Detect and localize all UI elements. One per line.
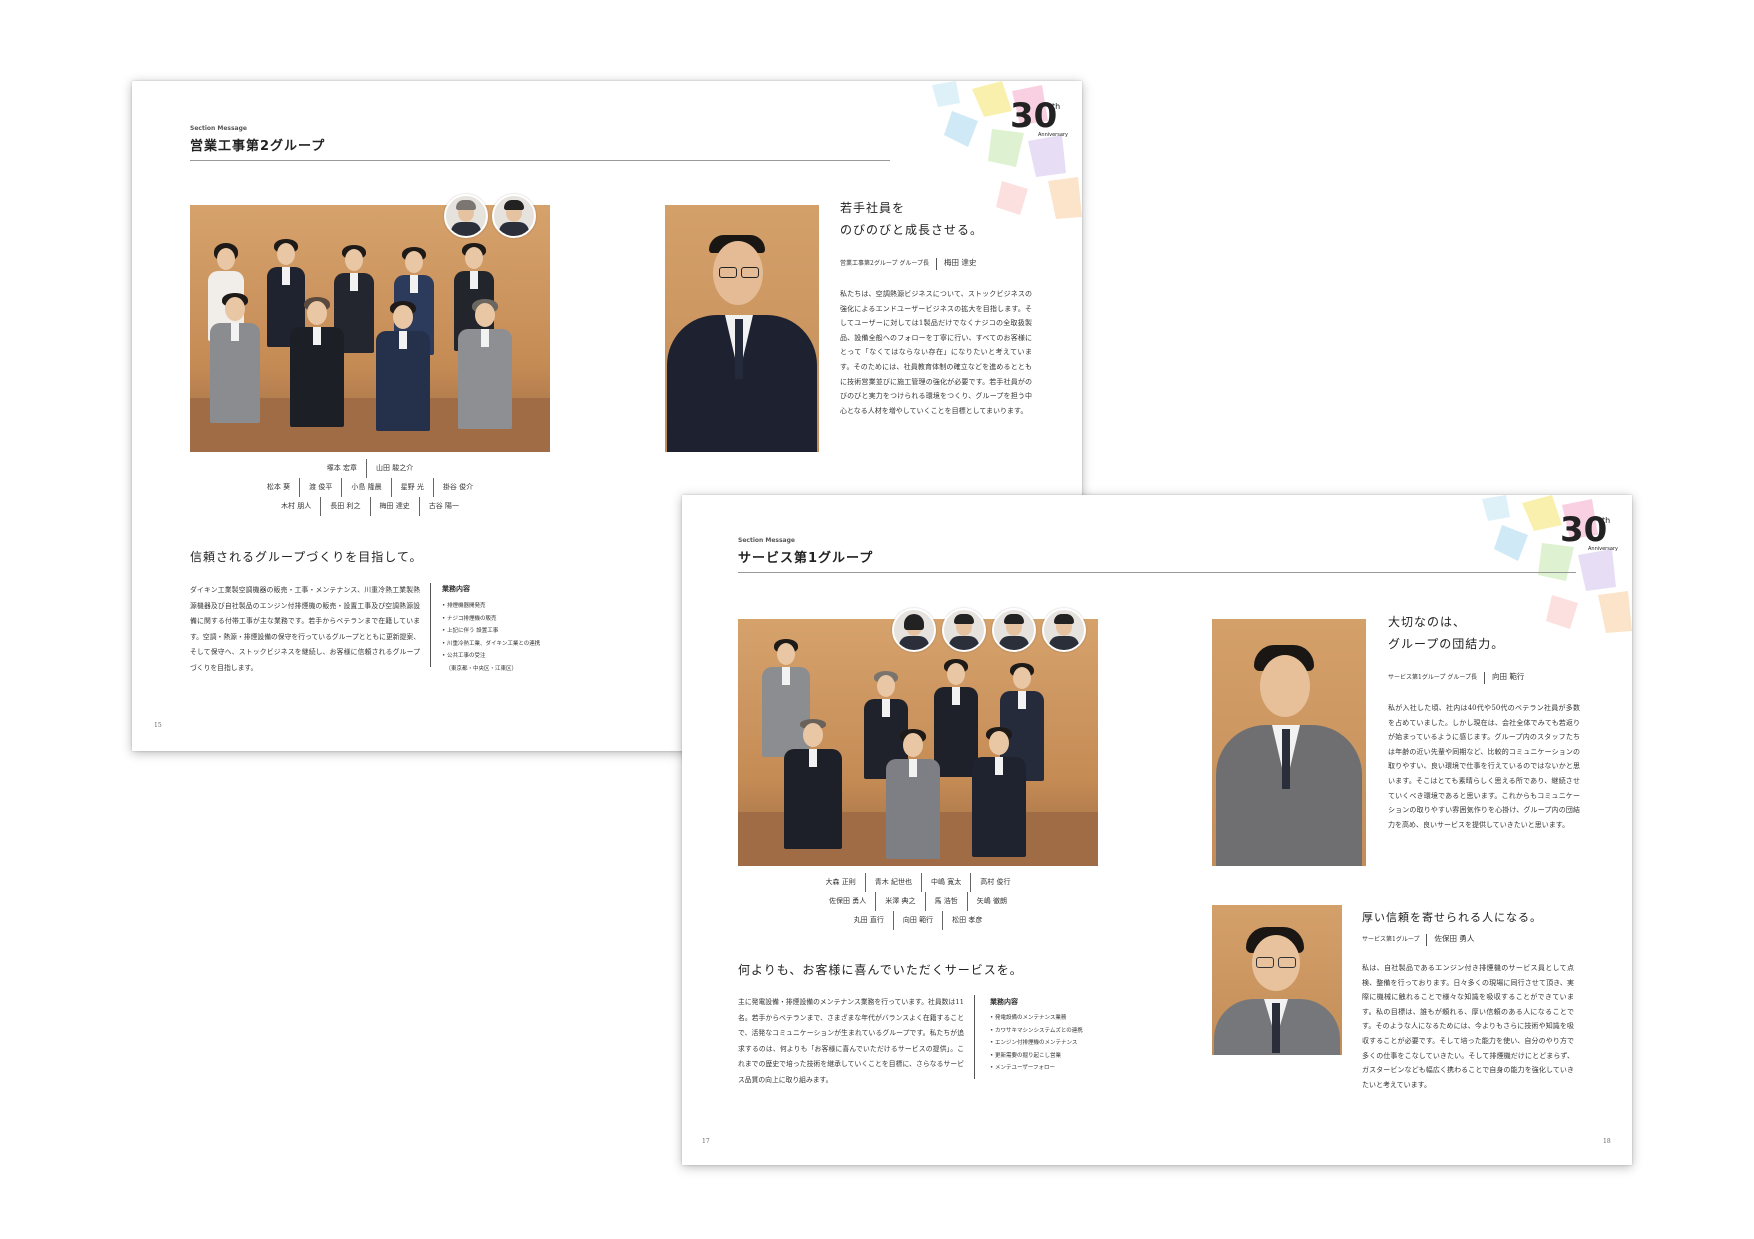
badge-numeral: 30 [1010,96,1057,136]
member-name: 木村 朋人 [281,502,312,510]
names-row: 丸田 直行 向田 範行 松田 孝彦 [738,911,1098,930]
member-name: 向田 範行 [892,911,942,930]
section-label: Section Message [190,125,247,132]
member-avatar [492,194,536,238]
divider [974,995,975,1079]
business-item: • 川重冷熱工業、ダイキン工業との連携 [442,640,541,647]
leader-name: 梅田 達史 [944,258,977,267]
names-row: 木村 朋人 長田 利之 梅田 達史 古谷 陽一 [190,497,550,516]
member-name: 大森 正則 [825,878,856,886]
badge-caption: Anniversary [1038,132,1068,138]
names-row: 佐保田 勇人 米澤 典之馬 浩哲 矢嶋 徹朗 [738,892,1098,911]
section-rule [738,572,1576,573]
section-title: 営業工事第2グループ [190,139,326,154]
leader-headline: 大切なのは、 グループの団結力。 [1388,615,1505,651]
staff-role: サービス第1グループ 佐保田 勇人 [1362,933,1474,946]
business-item: • 排煙機器開発売 [442,603,486,609]
member-avatar [892,608,936,652]
group-subheadline: 信頼されるグループづくりを目指して。 [190,550,423,564]
section-title: サービス第1グループ [738,551,874,566]
member-name: 中嶋 寛太 [921,873,970,892]
leader-portrait [665,205,819,452]
member-name: 丸田 直行 [853,916,884,924]
business-item: • 更新需要の掘り起こし営業 [990,1052,1061,1059]
member-name: 塚本 宏章 [326,464,357,472]
business-item: • 公共工事の受注 [442,653,486,659]
staff-name: 佐保田 勇人 [1434,934,1475,943]
leader-message: 私たちは、空調熱源ビジネスについて、ストックビジネスの強化によるエンドユーザービ… [840,290,1032,415]
member-name: 矢嶋 徹朗 [966,892,1016,911]
staff-role-title: サービス第1グループ [1362,936,1420,943]
member-name: 松田 孝彦 [942,911,991,930]
member-name: 古谷 陽一 [418,497,468,516]
page-number: 15 [154,722,162,729]
member-name: 掛谷 俊介 [432,478,482,497]
member-avatar [444,194,488,238]
leader-role-title: 営業工事第2グループ グループ長 [840,260,930,267]
badge-caption: Anniversary [1588,546,1618,552]
business-item: • カワサキマシンシステムズとの連携 [990,1027,1083,1034]
badge-numeral: 30 [1560,510,1607,550]
business-item: • 発電設備のメンテナンス業務 [990,1015,1067,1021]
group-photo [738,619,1098,866]
member-avatar [1042,608,1086,652]
names-row: 塚本 宏章 山田 駿之介 [190,459,550,478]
member-names: 大森 正則 青木 紀世也 中嶋 寛太 高村 俊行 佐保田 勇人 米澤 典之馬 浩哲 矢嶋 徹… [738,873,1098,930]
group-photo [190,205,550,452]
names-row: 松本 葵渡 俊平 小島 隆晨 星野 光掛谷 俊介 [190,478,550,497]
anniversary-badge: 30 th Anniversary [1008,93,1068,141]
business-list: • 排煙機器開発売 • ナジコ排煙機の販売 • 上記に伴う 設置工事 • 川重冷熱工業… [442,600,540,675]
group-description: ダイキン工業製空調機器の販売・工事・メンテナンス、川重冷熱工業製熱源機器及び自社… [190,586,420,672]
member-names: 塚本 宏章 山田 駿之介 松本 葵渡 俊平 小島 隆晨 星野 光掛谷 俊介 木村 朋人 長田… [190,459,550,516]
business-item: （東京都・中央区・江東区） [442,665,517,672]
member-name: 山田 駿之介 [366,459,422,478]
leader-role-title: サービス第1グループ グループ長 [1388,674,1478,681]
member-name: 佐保田 勇人 [829,897,867,905]
group-description: 主に発電設備・排煙設備のメンテナンス業務を行っています。社員数は11名。若手から… [738,998,964,1084]
member-name: 長田 利之 [320,497,369,516]
member-name: 松本 葵 [266,483,291,491]
member-name: 米澤 典之 [875,892,924,911]
member-name: 小島 隆晨 [341,478,390,497]
member-avatar [992,608,1036,652]
business-title: 業務内容 [442,585,470,593]
brochure-spread-front: 30 th Anniversary Section Message サービス第1… [682,495,1632,1165]
section-label: Section Message [738,537,795,544]
names-row: 大森 正則 青木 紀世也 中嶋 寛太 高村 俊行 [738,873,1098,892]
member-name: 青木 紀世也 [864,873,921,892]
leader-role: 営業工事第2グループ グループ長 梅田 達史 [840,257,976,270]
member-name: 星野 光 [390,478,433,497]
business-item: • メンテユーザーフォロー [990,1065,1056,1071]
divider [430,583,431,667]
page-number-left: 17 [702,1138,710,1145]
member-name: 梅田 達史 [369,497,419,516]
leader-headline: 若手社員を のびのびと成長させる。 [840,201,984,237]
business-item: • 上記に伴う 設置工事 [442,628,499,634]
leader-message: 私が入社した頃、社内は40代や50代のベテラン社員が多数を占めていました。しかし… [1388,704,1580,829]
badge-suffix: th [1602,516,1610,525]
business-item: • エンジン付排煙機のメンテナンス [990,1040,1078,1046]
business-list: • 発電設備のメンテナンス業務 • カワサキマシンシステムズとの連携 • エンジン付… [990,1012,1083,1075]
member-name: 高村 俊行 [970,873,1019,892]
leader-name: 向田 範行 [1492,672,1525,681]
group-subheadline: 何よりも、お客様に喜んでいただくサービスを。 [738,963,1023,977]
business-title: 業務内容 [990,998,1018,1006]
section-rule [190,160,890,161]
badge-suffix: th [1052,102,1060,111]
leader-portrait [1212,619,1366,866]
leader-role: サービス第1グループ グループ長 向田 範行 [1388,671,1524,684]
member-name: 渡 俊平 [299,478,341,497]
member-name: 馬 浩哲 [924,892,967,911]
member-avatar [942,608,986,652]
business-item: • ナジコ排煙機の販売 [442,615,497,622]
staff-headline: 厚い信頼を寄せられる人になる。 [1362,911,1542,924]
page-number-right: 18 [1603,1138,1611,1145]
staff-message: 私は、自社製品であるエンジン付き排煙機のサービス員として点検、整備を行っておりま… [1362,964,1574,1089]
anniversary-badge: 30 th Anniversary [1558,507,1618,555]
staff-portrait [1212,905,1342,1055]
